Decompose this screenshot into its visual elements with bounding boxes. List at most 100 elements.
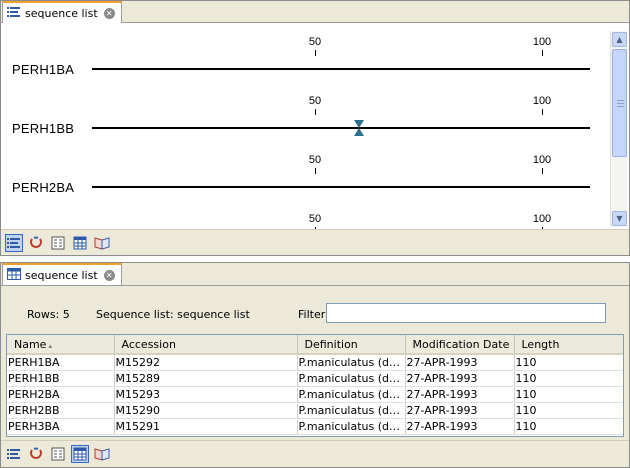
table-cell: 110 xyxy=(514,418,623,435)
editor-tab-strip: sequence list ✕ xyxy=(1,263,629,286)
sort-ascending-icon: ▴ xyxy=(48,341,52,350)
column-header-label: Definition xyxy=(304,337,358,351)
history-button[interactable] xyxy=(93,234,111,252)
sequence-view-button[interactable] xyxy=(5,445,23,463)
table-cell: P.maniculatus (deer mouse) beta-globin xyxy=(297,402,406,419)
text-view-button[interactable] xyxy=(49,445,67,463)
column-header-label: Name xyxy=(14,337,47,351)
table-view-icon xyxy=(73,236,87,249)
table-cell: P.maniculatus (deer mouse) beta-globin xyxy=(297,354,406,371)
ruler-tick-label: 50 xyxy=(308,154,322,166)
table-row[interactable]: PERH2BAM15293P.maniculatus (deer mouse) … xyxy=(7,386,623,403)
column-header[interactable]: Accession xyxy=(114,335,298,355)
sequence-view-button[interactable] xyxy=(5,233,23,252)
circular-view-button[interactable] xyxy=(27,445,45,463)
table-view-button[interactable] xyxy=(71,444,89,463)
ruler-tick-mark xyxy=(315,50,316,56)
table-cell: P.maniculatus (deer mouse) beta-globin xyxy=(297,418,406,435)
ruler-tick-label: 50 xyxy=(308,213,322,225)
text-view-icon xyxy=(51,447,65,460)
sequence-track[interactable]: 50 100 xyxy=(1,213,607,229)
column-header[interactable]: Length xyxy=(514,335,623,355)
table-cell: M15293 xyxy=(114,386,298,403)
table-cell: 110 xyxy=(514,402,623,419)
sequence-table[interactable]: Name ▴ Accession Definition Modification Dat… xyxy=(6,334,624,437)
table-cell: 110 xyxy=(514,354,623,371)
sequence-line[interactable] xyxy=(92,127,590,129)
ruler-tick-mark xyxy=(542,168,543,174)
table-icon xyxy=(7,267,21,283)
table-row[interactable]: PERH3BAM15291P.maniculatus (deer mouse) … xyxy=(7,418,623,435)
column-header[interactable]: Definition xyxy=(297,335,406,355)
table-body: PERH1BAM15292P.maniculatus (deer mouse) … xyxy=(7,354,623,435)
ruler-tick-mark xyxy=(315,109,316,115)
ruler-tick-label: 50 xyxy=(308,36,322,48)
close-icon[interactable]: ✕ xyxy=(103,7,115,19)
table-row[interactable]: PERH1BAM15292P.maniculatus (deer mouse) … xyxy=(7,354,623,371)
ruler-tick-label: 100 xyxy=(532,36,552,48)
text-view-button[interactable] xyxy=(49,234,67,252)
tab-sequence-list-view[interactable]: sequence list ✕ xyxy=(2,1,122,23)
bottom-view-toolbar xyxy=(1,440,629,466)
vertical-scrollbar[interactable]: ▲ ▼ xyxy=(610,31,627,227)
sequence-track[interactable]: 50 100 PERH1BB xyxy=(1,95,607,154)
close-icon[interactable]: ✕ xyxy=(103,269,115,281)
sequence-track[interactable]: 50 100 PERH1BA xyxy=(1,36,607,95)
table-row[interactable]: PERH1BBM15289P.maniculatus (deer mouse) … xyxy=(7,370,623,387)
table-cell: M15290 xyxy=(114,402,298,419)
circular-view-button[interactable] xyxy=(27,234,45,252)
history-icon xyxy=(94,236,110,250)
table-header-row: Name ▴ Accession Definition Modification Dat… xyxy=(7,335,623,355)
sequence-name-label[interactable]: PERH1BA xyxy=(12,62,74,77)
table-cell: PERH2BA xyxy=(7,386,115,403)
sequence-name-label[interactable]: PERH2BA xyxy=(12,180,74,195)
tab-sequence-list-table[interactable]: sequence list ✕ xyxy=(2,263,122,285)
table-cell: 27-APR-1993 xyxy=(405,418,515,435)
table-cell: M15292 xyxy=(114,354,298,371)
editor-tab-strip: sequence list ✕ xyxy=(1,1,629,23)
table-cell: 110 xyxy=(514,370,623,387)
ruler-tick-mark xyxy=(542,109,543,115)
sequence-name-label[interactable]: PERH1BB xyxy=(12,121,74,136)
ruler-tick-label: 100 xyxy=(532,95,552,107)
ruler-tick-label: 100 xyxy=(532,213,552,225)
sequence-list-icon xyxy=(7,6,21,21)
table-cell: 110 xyxy=(514,386,623,403)
row-count-label: Rows: 5 xyxy=(27,308,70,321)
sequence-view-icon xyxy=(7,448,20,459)
sequence-list-table-panel: sequence list ✕ Rows: 5 Sequence list: s… xyxy=(0,262,630,468)
table-cell: 27-APR-1993 xyxy=(405,386,515,403)
table-row[interactable]: PERH2BBM15290P.maniculatus (deer mouse) … xyxy=(7,402,623,419)
sequence-view-panel: sequence list ✕ 50 100 PERH1BA 50 100 PERH1BB… xyxy=(0,0,630,256)
table-view-button[interactable] xyxy=(71,234,89,252)
top-view-toolbar xyxy=(1,229,629,255)
circular-view-icon xyxy=(30,447,42,459)
sequence-track-area[interactable]: 50 100 PERH1BA 50 100 PERH1BB 50 100 PERH2BA 50 10… xyxy=(1,23,607,229)
column-header-label: Modification Date xyxy=(412,337,510,351)
table-view-icon xyxy=(73,447,87,460)
sequence-line[interactable] xyxy=(92,68,590,70)
table-info-bar: Rows: 5 Sequence list: sequence list Fil… xyxy=(1,286,629,332)
history-button[interactable] xyxy=(93,445,111,463)
sequence-view-icon xyxy=(7,237,20,248)
cursor-marker-icon[interactable] xyxy=(354,120,364,136)
scroll-down-button[interactable]: ▼ xyxy=(612,211,627,226)
tab-label: sequence list xyxy=(25,6,98,20)
ruler-tick-label: 50 xyxy=(308,95,322,107)
column-header[interactable]: Modification Date xyxy=(405,335,515,355)
ruler-tick-mark xyxy=(315,168,316,174)
sequence-track[interactable]: 50 100 PERH2BA xyxy=(1,154,607,213)
text-view-icon xyxy=(51,236,65,249)
table-cell: 27-APR-1993 xyxy=(405,354,515,371)
table-cell: P.maniculatus (deer mouse) beta-globin xyxy=(297,386,406,403)
ruler-tick-label: 100 xyxy=(532,154,552,166)
circular-view-icon xyxy=(30,236,42,248)
scroll-up-button[interactable]: ▲ xyxy=(612,32,627,47)
tab-label: sequence list xyxy=(25,268,98,282)
column-header[interactable]: Name ▴ xyxy=(7,335,115,355)
sequence-line[interactable] xyxy=(92,186,590,188)
scroll-thumb[interactable] xyxy=(612,49,627,157)
filter-input[interactable] xyxy=(326,303,606,323)
table-cell: 27-APR-1993 xyxy=(405,370,515,387)
table-cell: 27-APR-1993 xyxy=(405,402,515,419)
